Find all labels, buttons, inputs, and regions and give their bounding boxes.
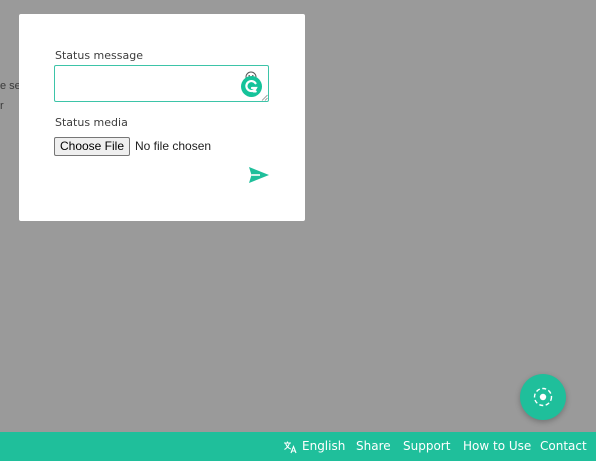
grammarly-icon[interactable] bbox=[241, 76, 262, 97]
choose-file-button[interactable]: Choose File bbox=[54, 137, 130, 156]
new-status-modal: Status message Status media Choose File … bbox=[19, 14, 305, 221]
footer-link-share[interactable]: Share bbox=[356, 432, 391, 461]
translate-icon bbox=[284, 441, 297, 454]
footer-bar: English Share Support How to Use Contact bbox=[0, 432, 596, 461]
footer-link-contact[interactable]: Contact bbox=[540, 432, 587, 461]
footer-link-how-to-use[interactable]: How to Use bbox=[463, 432, 531, 461]
target-icon bbox=[533, 387, 553, 407]
resize-grip-icon[interactable] bbox=[261, 94, 268, 101]
background-text-fragment-1: e se bbox=[0, 80, 21, 92]
file-status-text: No file chosen bbox=[135, 139, 212, 153]
send-icon[interactable] bbox=[248, 165, 270, 185]
footer-link-support[interactable]: Support bbox=[403, 432, 450, 461]
floating-action-button[interactable] bbox=[520, 374, 566, 420]
background-text-fragment-2: r bbox=[0, 100, 4, 112]
status-media-label: Status media bbox=[55, 116, 128, 129]
status-message-input[interactable] bbox=[54, 65, 269, 102]
footer-link-english[interactable]: English bbox=[302, 432, 345, 461]
status-message-label: Status message bbox=[55, 49, 143, 62]
